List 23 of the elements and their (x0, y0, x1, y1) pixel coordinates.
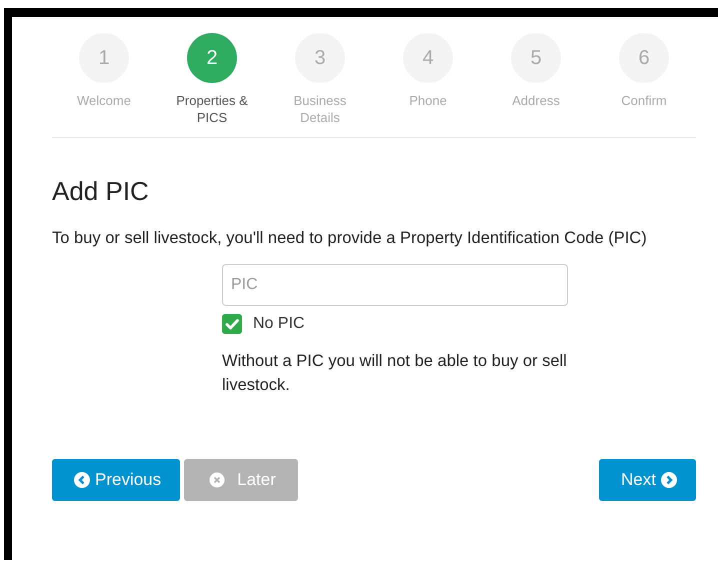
chevron-left-circle-icon (74, 472, 90, 488)
pic-input-field[interactable]: PIC (222, 264, 568, 306)
page-heading: Add PIC (52, 175, 150, 207)
step-label: Confirm (620, 92, 668, 109)
step-number[interactable]: 6 (619, 33, 669, 83)
step-label: Phone (408, 92, 448, 109)
step-number[interactable]: 2 (187, 33, 237, 83)
back-button[interactable]: Previous (52, 459, 180, 501)
step-label: Properties & PICS (175, 92, 249, 126)
intro-text: To buy or sell livestock, you'll need to provide a Property Identification Code (PIC) (52, 228, 648, 249)
checkbox-icon[interactable] (222, 314, 242, 334)
step-number[interactable]: 3 (295, 33, 345, 83)
step-label: Business Details (292, 92, 348, 126)
no-pic-checkbox[interactable]: No PIC (222, 314, 305, 334)
close-circle-icon (209, 472, 226, 488)
forward-button[interactable]: Next (599, 459, 696, 501)
step-number[interactable]: 4 (403, 33, 453, 83)
step-label: Address (511, 92, 561, 109)
note-text: Without a PIC you will not be able to buy or sell livestock. (222, 351, 568, 396)
step-number[interactable]: 1 (79, 33, 129, 83)
step-number[interactable]: 5 (511, 33, 561, 83)
chevron-right-circle-icon (661, 472, 677, 488)
step-label: Welcome (76, 92, 132, 109)
